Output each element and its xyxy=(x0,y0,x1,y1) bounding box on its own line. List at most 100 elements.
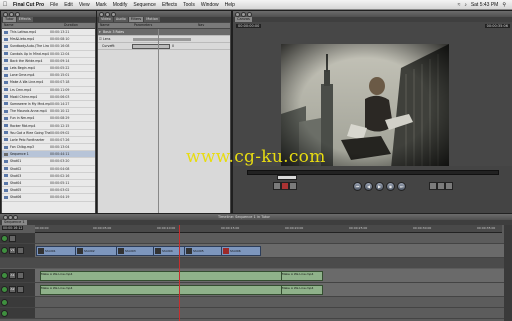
menu-file[interactable]: File xyxy=(47,2,61,8)
browser-item[interactable]: Rocker Rbt.mp4 00:00:12:15 xyxy=(2,122,95,130)
tab-filters[interactable]: Filters xyxy=(128,17,144,22)
col-nav[interactable]: Nav xyxy=(196,23,204,28)
zoom-icon[interactable] xyxy=(111,11,116,17)
add-marker-icon[interactable] xyxy=(429,182,437,190)
browser-item[interactable]: Fun in Nm.mp4 00:00:08:29 xyxy=(2,115,95,123)
filter-row[interactable]: Curvefit 0 xyxy=(98,43,230,50)
browser-item[interactable]: Make A Wa Line.mp4 00:00:07:18 xyxy=(2,79,95,87)
track-visibility-icon[interactable] xyxy=(1,247,8,254)
browser-item[interactable]: Fon Chlbg.mp3 00:00:13:04 xyxy=(2,144,95,152)
timeline-audio-clip[interactable]: Make A Wa Line.mp4 xyxy=(40,271,282,281)
timeline-audio-clip[interactable]: Make A Wa Line.mp4 xyxy=(281,285,323,295)
tab-sequence-1[interactable]: Sequence 1 xyxy=(2,220,27,225)
tab-motion[interactable]: Motion xyxy=(144,17,161,22)
browser-item[interactable]: Lrs Cmn.mp4 00:00:11:09 xyxy=(2,87,95,94)
play-in-to-out-icon[interactable]: ◀ xyxy=(364,182,373,191)
menu-modify[interactable]: Modify xyxy=(110,2,131,8)
mark-out-icon[interactable] xyxy=(289,182,297,190)
browser-item[interactable]: Shot06 00:00:04:19 xyxy=(2,194,95,202)
track-lock-icon[interactable] xyxy=(17,286,24,293)
timeline-scrollbar[interactable] xyxy=(504,225,512,321)
close-icon[interactable] xyxy=(235,11,240,17)
browser-item[interactable]: Lets Begin.mp4 00:00:05:22 xyxy=(2,65,95,73)
browser-item[interactable]: Mostl Chirnr.mp4 00:00:06:03 xyxy=(2,94,95,101)
next-edit-icon[interactable]: ⏭ xyxy=(397,182,406,191)
zoom-icon[interactable] xyxy=(15,11,20,17)
playhead[interactable] xyxy=(179,225,180,321)
volume-icon[interactable]: ♪ xyxy=(464,2,467,8)
browser-item[interactable]: Shot05 00:00:03:02 xyxy=(2,187,95,195)
add-keyframe-icon[interactable] xyxy=(437,182,445,190)
browser-item[interactable]: Shot01 00:00:03:20 xyxy=(2,158,95,166)
track-audible-icon[interactable] xyxy=(1,298,8,306)
col-name[interactable]: Name xyxy=(98,23,132,28)
timeline-video-clip[interactable]: Shot03 xyxy=(116,246,154,256)
track-audible-icon[interactable] xyxy=(1,309,8,317)
timeline-timecode[interactable]: 00:00:16:12 xyxy=(2,226,24,230)
menu-mark[interactable]: Mark xyxy=(93,2,110,8)
menu-view[interactable]: View xyxy=(76,2,93,8)
apple-icon[interactable]:  xyxy=(0,2,10,8)
record-icon[interactable] xyxy=(281,182,289,190)
menu-app[interactable]: Final Cut Pro xyxy=(10,2,47,8)
timeline-video-clip[interactable]: Shot06 xyxy=(221,246,261,256)
spotlight-icon[interactable]: ⚲ xyxy=(502,2,506,8)
track-audible-icon[interactable] xyxy=(1,286,8,293)
menu-clock[interactable]: Sat 5:43 PM xyxy=(471,2,499,8)
track-label[interactable]: V1 xyxy=(9,247,16,254)
menu-sequence[interactable]: Sequence xyxy=(130,2,159,8)
browser-item[interactable]: Lone Grne.mp4 00:00:15:01 xyxy=(2,72,95,80)
parameter-slider[interactable] xyxy=(132,43,170,49)
match-frame-icon[interactable] xyxy=(445,182,453,190)
browser-item[interactable]: Back the Wride.mp4 00:00:09:14 xyxy=(2,58,95,65)
track-audible-icon[interactable] xyxy=(1,272,8,279)
browser-item[interactable]: Shot04 00:00:05:11 xyxy=(2,180,95,188)
col-duration[interactable]: Duration xyxy=(62,23,78,28)
browser-item[interactable]: Condols Up In Mind.mp4 00:00:12:04 xyxy=(2,51,95,58)
close-icon[interactable] xyxy=(99,11,104,17)
col-name[interactable]: Name xyxy=(2,23,62,28)
tab-video[interactable]: Video xyxy=(99,17,113,22)
canvas-timecode-right[interactable]: 00:00:35:06 xyxy=(484,24,510,28)
track-lock-icon[interactable] xyxy=(9,234,16,242)
wifi-icon[interactable]: ≈ xyxy=(458,2,461,8)
track-label[interactable]: A1 xyxy=(9,272,16,279)
timeline-ruler[interactable]: 00:00:00 00:00:05:00 00:00:10:00 00:00:1… xyxy=(35,225,502,233)
timeline-audio-clip[interactable]: Make A Wa Line.mp4 xyxy=(281,271,323,281)
timeline-video-clip[interactable]: Shot01 xyxy=(36,246,76,256)
browser-item[interactable]: Lorle Pelo Fordtnarter 00:00:07:26 xyxy=(2,137,95,144)
browser-item[interactable]: Shot03 00:00:02:16 xyxy=(2,173,95,180)
col-parameters[interactable]: Parameters xyxy=(132,23,196,28)
tab-audio[interactable]: Audio xyxy=(113,17,128,22)
browser-item[interactable]: The Mounds Anne.mp4 00:00:10:12 xyxy=(2,108,95,116)
timeline-video-clip[interactable]: Shot05 xyxy=(184,246,222,256)
timeline-audio-clip[interactable]: Make A Wa Line.mp4 xyxy=(40,285,282,295)
menu-help[interactable]: Help xyxy=(222,2,238,8)
menu-effects[interactable]: Effects xyxy=(159,2,180,8)
mark-in-icon[interactable] xyxy=(273,182,281,190)
tab-tutor[interactable]: Tutor xyxy=(3,17,16,22)
tab-canvas[interactable]: Canvas xyxy=(235,17,252,22)
browser-item[interactable]: This Latlwa.mp4 00:00:13:21 xyxy=(2,29,95,37)
menu-edit[interactable]: Edit xyxy=(61,2,76,8)
jog-control[interactable] xyxy=(277,175,297,180)
minimize-icon[interactable] xyxy=(105,11,110,17)
track-label[interactable]: A2 xyxy=(9,286,16,293)
play-icon[interactable]: ▶ xyxy=(375,182,384,191)
browser-item[interactable]: Mrs&Lieto.mp4 00:00:08:10 xyxy=(2,36,95,44)
parameter-slider[interactable] xyxy=(133,37,191,41)
parameter-value[interactable]: 0 xyxy=(170,44,174,48)
timeline-video-clip[interactable]: Shot04 xyxy=(153,246,185,256)
minimize-icon[interactable] xyxy=(241,11,246,17)
menu-tools[interactable]: Tools xyxy=(180,2,198,8)
browser-item[interactable]: Sundbady.Auto.(The Lira Ma)00:00:16:08 xyxy=(2,43,95,51)
browser-item[interactable]: You Got a Rlee Going Then.mp400:00:09:02 xyxy=(2,130,95,137)
menu-window[interactable]: Window xyxy=(198,2,222,8)
track-lock-icon[interactable] xyxy=(17,272,24,279)
canvas-timecode-left[interactable]: 00:00:00:00 xyxy=(236,24,262,28)
disclosure-triangle-icon[interactable]: ▾ xyxy=(99,30,102,34)
previous-edit-icon[interactable]: ⏮ xyxy=(353,182,362,191)
play-around-icon[interactable]: ◉ xyxy=(386,182,395,191)
track-lock-icon[interactable] xyxy=(17,247,24,254)
browser-item[interactable]: Somewere In My Mnd.mp4 00:00:14:27 xyxy=(2,101,95,109)
